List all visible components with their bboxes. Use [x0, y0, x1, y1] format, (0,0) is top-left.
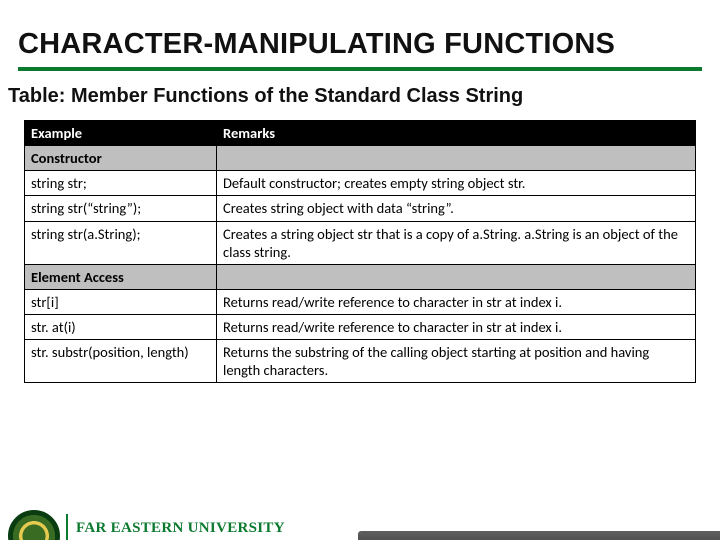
- section-row: Constructor: [25, 146, 696, 171]
- table-row: string str(“string”); Creates string obj…: [25, 196, 696, 221]
- cell-example: string str(a.String);: [25, 221, 217, 264]
- institution-name: FAR EASTERN UNIVERSITY: [76, 520, 285, 537]
- footer-right: Information Technology Education Departm…: [358, 504, 720, 540]
- table-row: str[i] Returns read/write reference to c…: [25, 289, 696, 314]
- table-row: str. substr(position, length) Returns th…: [25, 340, 696, 383]
- section-label: Element Access: [25, 264, 217, 289]
- cell-example: str[i]: [25, 289, 217, 314]
- university-seal-icon: [8, 510, 60, 540]
- section-row: Element Access: [25, 264, 696, 289]
- table-caption: Table: Member Functions of the Standard …: [8, 85, 712, 108]
- table-row: str. at(i) Returns read/write reference …: [25, 315, 696, 340]
- cell-remarks: Creates a string object str that is a co…: [217, 221, 696, 264]
- cell-example: str. substr(position, length): [25, 340, 217, 383]
- page-title: CHARACTER-MANIPULATING FUNCTIONS: [18, 28, 702, 61]
- slide-footer: FAR EASTERN UNIVERSITY East Asia College…: [0, 504, 720, 540]
- th-remarks: Remarks: [217, 121, 696, 146]
- cell-remarks: Returns read/write reference to characte…: [217, 289, 696, 314]
- functions-table: Example Remarks Constructor string str; …: [24, 120, 696, 383]
- cell-example: string str(“string”);: [25, 196, 217, 221]
- footer-left: FAR EASTERN UNIVERSITY East Asia College: [0, 504, 285, 540]
- cell-remarks: Creates string object with data “string”…: [217, 196, 696, 221]
- table-row: string str(a.String); Creates a string o…: [25, 221, 696, 264]
- section-label: Constructor: [25, 146, 217, 171]
- title-underline: [18, 67, 702, 71]
- cell-example: string str;: [25, 171, 217, 196]
- department-label: Information Technology Education Departm…: [358, 531, 720, 540]
- table-row: string str; Default constructor; creates…: [25, 171, 696, 196]
- section-blank: [217, 146, 696, 171]
- cell-remarks: Default constructor; creates empty strin…: [217, 171, 696, 196]
- cell-remarks: Returns read/write reference to characte…: [217, 315, 696, 340]
- institution-block: FAR EASTERN UNIVERSITY East Asia College: [66, 514, 285, 540]
- section-blank: [217, 264, 696, 289]
- th-example: Example: [25, 121, 217, 146]
- cell-example: str. at(i): [25, 315, 217, 340]
- cell-remarks: Returns the substring of the calling obj…: [217, 340, 696, 383]
